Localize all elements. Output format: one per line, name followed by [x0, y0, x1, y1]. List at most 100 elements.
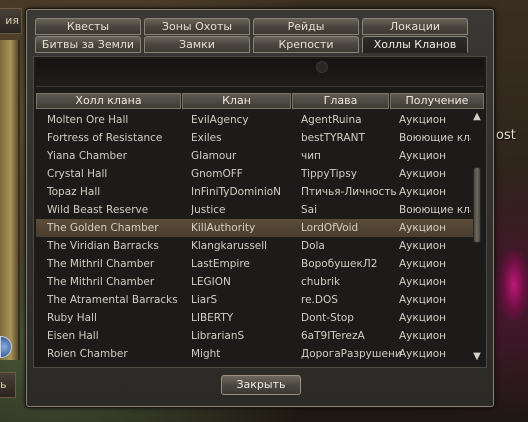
- column-header-leader[interactable]: Глава: [292, 93, 389, 109]
- info-bar: [36, 59, 484, 87]
- cell-leader: Dola: [301, 240, 325, 252]
- table-row[interactable]: The Atramental Barracks LiarS re.DOS Аук…: [36, 291, 476, 309]
- background-character-glow: [500, 250, 528, 320]
- table-row[interactable]: Crystal Hall GnomOFF TippyTipsy Аукцион: [36, 165, 476, 183]
- cell-clan-hall: The Viridian Barracks: [47, 240, 159, 252]
- cell-clan-hall: Molten Ore Hall: [47, 114, 129, 126]
- cell-acquisition: Аукцион: [399, 330, 446, 342]
- column-header-acquisition[interactable]: Получение: [390, 93, 484, 109]
- table-row[interactable]: Yiana Chamber GIamour чип Аукцион: [36, 147, 476, 165]
- scroll-track[interactable]: [473, 125, 481, 349]
- cell-clan: GIamour: [191, 150, 237, 162]
- table-row[interactable]: The Viridian Barracks Klangkarussell Dol…: [36, 237, 476, 255]
- cell-clan-hall: Yiana Chamber: [47, 150, 127, 162]
- cell-clan-hall: The Golden Chamber: [47, 222, 159, 234]
- scroll-thumb[interactable]: [473, 167, 481, 243]
- cell-clan-hall: Eisen Hall: [47, 330, 99, 342]
- cell-clan-hall: Wild Beast Reserve: [47, 204, 149, 216]
- cell-clan: LEGION: [191, 276, 231, 288]
- cell-leader: re.DOS: [301, 294, 338, 306]
- cell-leader: ДорогаРазрушения: [301, 348, 401, 360]
- background-window-panel: [0, 40, 20, 360]
- cell-acquisition: Аукцион: [399, 168, 446, 180]
- cell-clan-hall: Topaz Hall: [47, 186, 101, 198]
- cell-leader: TippyTipsy: [301, 168, 357, 180]
- cell-clan: Klangkarussell: [191, 240, 268, 252]
- cell-acquisition: Аукцион: [399, 150, 446, 162]
- cell-acquisition: Аукцион: [399, 258, 446, 270]
- cell-clan-hall: The Mithril Chamber: [47, 258, 155, 270]
- clan-halls-panel: Холл клана Клан Глава Получение Molten O…: [33, 56, 487, 368]
- cell-acquisition: Воюющие кланы: [399, 132, 471, 144]
- cell-acquisition: Аукцион: [399, 276, 446, 288]
- cell-leader: чип: [301, 150, 321, 162]
- cell-clan: LiarS: [191, 294, 218, 306]
- cell-acquisition: Аукцион: [399, 114, 446, 126]
- cell-clan-hall: Ruby Hall: [47, 312, 97, 324]
- tab-clan-halls[interactable]: Холлы Кланов: [362, 36, 468, 53]
- cell-clan-hall: Roien Chamber: [47, 348, 128, 360]
- cell-clan-hall: Crystal Hall: [47, 168, 108, 180]
- table-row[interactable]: Molten Ore Hall EvilAgency AgentRuina Ау…: [36, 111, 476, 129]
- info-marker-icon: [316, 61, 328, 73]
- column-header-clan[interactable]: Клан: [182, 93, 291, 109]
- cell-clan-hall: Fortress of Resistance: [47, 132, 163, 144]
- cell-acquisition: Аукцион: [399, 294, 446, 306]
- cell-leader: LordOfVoid: [301, 222, 359, 234]
- column-header-clan-hall[interactable]: Холл клана: [36, 93, 181, 109]
- tab-castles[interactable]: Замки: [144, 36, 250, 53]
- table-body: Molten Ore Hall EvilAgency AgentRuina Ау…: [36, 111, 484, 363]
- cell-clan: KillAuthority: [191, 222, 256, 234]
- cell-leader: Sai: [301, 204, 318, 216]
- cell-leader: Dont-Stop: [301, 312, 354, 324]
- scroll-down-icon[interactable]: ▼: [470, 351, 484, 363]
- table-row[interactable]: Ruby Hall LIBERTY Dont-Stop Аукцион: [36, 309, 476, 327]
- cell-clan: LibrarianS: [191, 330, 245, 342]
- tab-fortresses[interactable]: Крепости: [253, 36, 359, 53]
- cell-clan: Justice: [191, 204, 226, 216]
- table-header: Холл клана Клан Глава Получение: [36, 93, 484, 109]
- tab-territory-wars[interactable]: Битвы за Земли: [35, 36, 141, 53]
- cell-clan: GnomOFF: [191, 168, 243, 180]
- cell-acquisition: Аукцион: [399, 240, 446, 252]
- background-window-tab[interactable]: ия: [0, 8, 22, 34]
- table-row[interactable]: Wild Beast Reserve Justice Sai Воюющие к…: [36, 201, 476, 219]
- tab-raids[interactable]: Рейды: [253, 18, 359, 35]
- cell-clan: EvilAgency: [191, 114, 249, 126]
- cell-leader: chubrik: [301, 276, 341, 288]
- cell-clan: Exiles: [191, 132, 222, 144]
- cell-leader: bestTYRANT: [301, 132, 365, 144]
- cell-leader: Птичья-Личность: [301, 186, 397, 198]
- cell-clan: LastEmpire: [191, 258, 250, 270]
- cell-acquisition: Воюющие кланы: [399, 204, 471, 216]
- table-row[interactable]: Roien Chamber Might ДорогаРазрушения Аук…: [36, 345, 476, 363]
- cell-clan: InFiniTyDominioN: [191, 186, 282, 198]
- cell-clan-hall: The Mithril Chamber: [47, 276, 155, 288]
- close-button[interactable]: Закрыть: [221, 375, 301, 395]
- background-nameplate-text: ost: [496, 128, 516, 143]
- table-row[interactable]: Topaz Hall InFiniTyDominioN Птичья-Лично…: [36, 183, 476, 201]
- cell-acquisition: Аукцион: [399, 222, 446, 234]
- cell-acquisition: Аукцион: [399, 348, 446, 360]
- cell-acquisition: Аукцион: [399, 312, 446, 324]
- table-row[interactable]: The Mithril Chamber LastEmpire Воробушек…: [36, 255, 476, 273]
- tab-bar: Квесты Зоны Охоты Рейды Локации Битвы за…: [35, 16, 468, 58]
- clan-halls-window: Квесты Зоны Охоты Рейды Локации Битвы за…: [26, 9, 494, 407]
- table-row[interactable]: The Mithril Chamber LEGION chubrik Аукци…: [36, 273, 476, 291]
- table-scrollbar[interactable]: ▲ ▼: [470, 111, 484, 365]
- cell-leader: ВоробушекЛ2: [301, 258, 378, 270]
- cell-leader: AgentRuina: [301, 114, 362, 126]
- cell-leader: 6aT9ITerezA: [301, 330, 365, 342]
- cell-clan-hall: The Atramental Barracks: [47, 294, 178, 306]
- table-row[interactable]: Fortress of Resistance Exiles bestTYRANT…: [36, 129, 476, 147]
- tab-quests[interactable]: Квесты: [35, 18, 141, 35]
- tab-hunting-zones[interactable]: Зоны Охоты: [144, 18, 250, 35]
- table-row[interactable]: Eisen Hall LibrarianS 6aT9ITerezA Аукцио…: [36, 327, 476, 345]
- background-window-button[interactable]: ь: [0, 372, 16, 398]
- tab-locations[interactable]: Локации: [362, 18, 468, 35]
- cell-clan: Might: [191, 348, 221, 360]
- cell-clan: LIBERTY: [191, 312, 234, 324]
- table-row-selected[interactable]: The Golden Chamber KillAuthority LordOfV…: [36, 219, 476, 237]
- cell-acquisition: Аукцион: [399, 186, 446, 198]
- scroll-up-icon[interactable]: ▲: [470, 111, 484, 123]
